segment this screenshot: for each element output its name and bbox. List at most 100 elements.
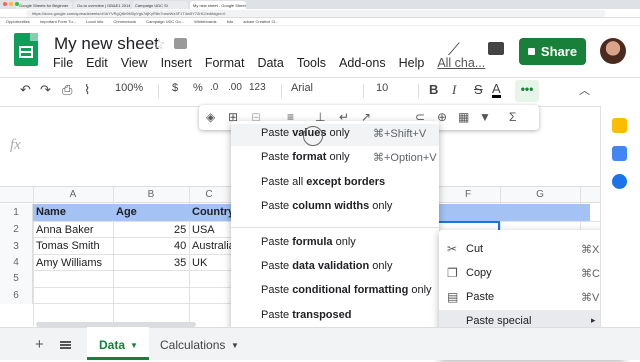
percent-button[interactable]: % [193, 82, 203, 94]
collapse-menus-icon[interactable]: ︿ [579, 82, 590, 98]
avatar[interactable] [600, 38, 626, 64]
menu-data[interactable]: Data [257, 56, 283, 70]
browser-tab-active[interactable]: My new sheet - Google Sheets [190, 1, 246, 9]
undo-icon[interactable]: ↶ [20, 82, 31, 98]
menu-item-text: Paste [261, 236, 293, 248]
menu-insert[interactable]: Insert [161, 56, 192, 70]
row-header[interactable]: 4 [0, 255, 33, 271]
increase-decimal-button[interactable]: .00 [228, 82, 242, 93]
window-controls[interactable] [3, 2, 19, 6]
cell-c2[interactable]: USA [192, 224, 215, 236]
more-formats-button[interactable]: 123 [249, 82, 266, 93]
row-header[interactable]: 1 [0, 204, 33, 221]
cell-c1[interactable]: Country [192, 206, 234, 218]
bookmark[interactable]: adobe Creative Cl... [243, 19, 278, 24]
row-header[interactable]: 2 [0, 221, 33, 238]
cell-b1[interactable]: Age [116, 206, 137, 218]
paint-format-icon[interactable]: ⌇ [84, 82, 90, 98]
menu-view[interactable]: View [121, 56, 148, 70]
fx-icon: fx [10, 137, 21, 153]
bookmark[interactable]: Info [227, 19, 234, 24]
share-button[interactable]: Share [519, 38, 586, 65]
paste-special-item[interactable]: Paste data validation only [261, 260, 392, 272]
activity-trend-icon[interactable]: ⟋ [448, 40, 460, 60]
zoom-select[interactable]: 100% [115, 82, 143, 94]
tasks-icon[interactable] [612, 146, 627, 161]
cell-b2[interactable]: 25 [174, 224, 186, 236]
paste-special-item[interactable]: Paste transposed [261, 309, 351, 321]
sheet-tab-calculations[interactable]: Calculations [160, 338, 225, 352]
context-menu-item[interactable]: Cut [466, 243, 483, 255]
document-title[interactable]: My new sheet [54, 34, 159, 54]
paste-special-item[interactable]: Paste formula only [261, 236, 356, 248]
cell-a2[interactable]: Anna Baker [36, 224, 93, 236]
context-menu-item[interactable]: Paste [466, 291, 494, 303]
cell-c4[interactable]: UK [192, 257, 207, 269]
column-header-b[interactable]: B [113, 189, 189, 200]
bold-button[interactable]: B [429, 82, 438, 97]
decrease-decimal-button[interactable]: .0 [210, 82, 218, 93]
menu-format[interactable]: Format [205, 56, 245, 70]
keep-icon[interactable] [612, 118, 627, 133]
bookmark[interactable]: Campaign UDC Go... [146, 19, 184, 24]
cell-a4[interactable]: Amy Williams [36, 257, 102, 269]
row-header[interactable]: 6 [0, 287, 33, 304]
cell-a3[interactable]: Tomas Smith [36, 240, 100, 252]
cell-a1[interactable]: Name [36, 206, 66, 218]
browser-tab[interactable]: Campaign UDC Si [132, 1, 188, 9]
menu-shortcut: ⌘+Option+V [373, 152, 437, 164]
cell-b4[interactable]: 35 [174, 257, 186, 269]
cell-c3[interactable]: Australia [192, 240, 235, 252]
column-header-a[interactable]: A [33, 189, 113, 200]
chart-icon[interactable]: ▦ [458, 110, 469, 124]
italic-button[interactable]: I [452, 82, 456, 98]
more-toolbar-button[interactable]: ••• [515, 80, 539, 102]
paste-special-item[interactable]: Paste column widths only [261, 200, 392, 212]
paste-special-item[interactable]: Paste conditional formatting only [261, 284, 432, 296]
filter-icon[interactable]: ▼ [479, 110, 491, 124]
redo-icon[interactable]: ↷ [40, 82, 51, 98]
browser-tab[interactable]: Go-to overview | GB&E1 2014 [74, 1, 130, 9]
font-size-select[interactable]: 10 [376, 82, 388, 94]
comment-icon[interactable] [488, 42, 504, 55]
menu-edit[interactable]: Edit [86, 56, 108, 70]
currency-button[interactable]: $ [172, 82, 178, 94]
menu-tools[interactable]: Tools [297, 56, 326, 70]
bookmark[interactable]: Opportunities [6, 19, 30, 24]
menu-help[interactable]: Help [399, 56, 425, 70]
bookmark[interactable]: Local Info [86, 19, 103, 24]
star-icon[interactable]: ☆ [152, 35, 165, 53]
chevron-down-icon[interactable]: ▼ [130, 341, 138, 350]
column-header-c[interactable]: C [189, 189, 229, 200]
bookmark[interactable]: Important Form Tu... [40, 19, 76, 24]
column-header-f[interactable]: F [436, 189, 500, 200]
all-sheets-icon[interactable] [60, 341, 71, 349]
browser-tab[interactable]: Google Sheets for Beginner [16, 1, 72, 9]
column-header-g[interactable]: G [500, 189, 580, 200]
strikethrough-button[interactable]: S [474, 82, 483, 97]
cell-b3[interactable]: 40 [174, 240, 186, 252]
context-menu-item[interactable]: Paste special [466, 315, 531, 327]
print-icon[interactable]: ⎙ [62, 82, 72, 98]
paste-special-item[interactable]: Paste format only [261, 151, 350, 163]
bookmark[interactable]: Chromebook [113, 19, 136, 24]
row-header[interactable]: 5 [0, 271, 33, 287]
all-changes-link[interactable]: All cha... [437, 56, 485, 70]
menu-addons[interactable]: Add-ons [339, 56, 386, 70]
fill-color-icon[interactable]: ◈ [206, 110, 215, 124]
sheets-logo-icon[interactable] [14, 33, 38, 66]
paste-special-item[interactable]: Paste all except borders [261, 176, 385, 188]
url-field[interactable]: https://docs.google.com/spreadsheets/d/1… [26, 10, 606, 17]
menu-file[interactable]: File [53, 56, 73, 70]
chevron-down-icon[interactable]: ▼ [231, 341, 239, 350]
font-select[interactable]: Arial [291, 82, 313, 94]
bookmark[interactable]: Whiteboards [194, 19, 216, 24]
context-menu-item[interactable]: Copy [466, 267, 492, 279]
functions-icon[interactable]: Σ [509, 110, 516, 124]
add-sheet-icon[interactable]: + [35, 336, 44, 353]
folder-icon[interactable] [174, 38, 187, 49]
calendar-icon[interactable] [612, 174, 627, 189]
row-header[interactable]: 3 [0, 238, 33, 255]
menu-item-emphasis: except borders [306, 176, 386, 188]
text-color-button[interactable]: A [492, 82, 501, 98]
